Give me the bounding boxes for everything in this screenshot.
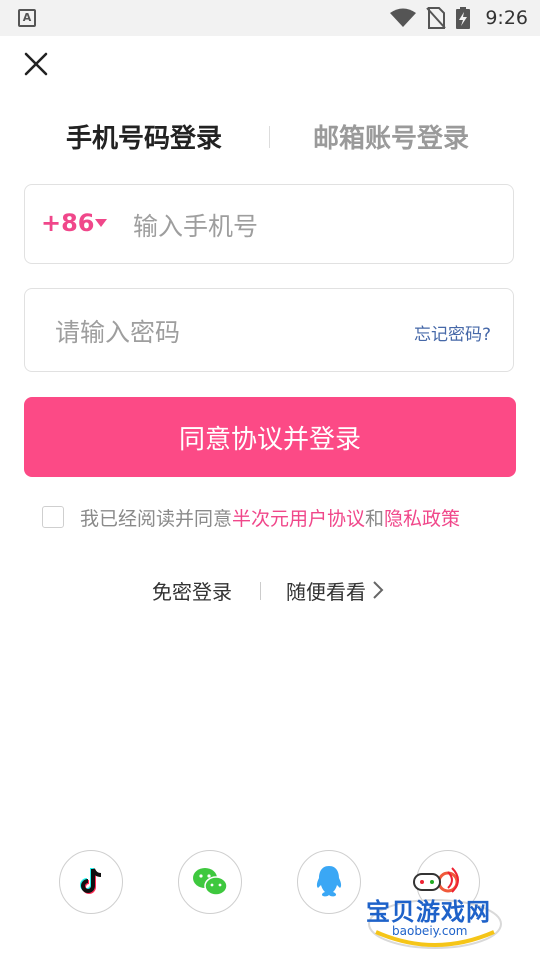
agreement-prefix: 我已经阅读并同意 xyxy=(80,507,233,530)
close-button[interactable] xyxy=(20,48,52,80)
agree-and-login-button[interactable]: 同意协议并登录 xyxy=(24,397,516,477)
tiktok-icon xyxy=(80,868,102,894)
password-input[interactable] xyxy=(53,311,377,353)
privacy-policy-link[interactable]: 隐私政策 xyxy=(384,504,460,531)
tab-divider xyxy=(269,126,270,148)
alt-divider xyxy=(260,582,261,600)
status-bar: A 9:26 xyxy=(0,0,540,36)
watermark-title: 宝贝游戏网 xyxy=(366,898,491,926)
agreement-and: 和 xyxy=(365,507,385,530)
password-field: 忘记密码? xyxy=(24,288,514,372)
caret-down-icon[interactable] xyxy=(95,219,107,227)
watermark: 宝贝游戏网 baobeiy.com xyxy=(362,862,508,952)
browse-link[interactable]: 随便看看 xyxy=(286,576,366,605)
qq-icon xyxy=(316,866,342,897)
alt-login-row: 免密登录 随便看看 xyxy=(0,576,540,606)
password-free-login-link[interactable]: 免密登录 xyxy=(152,576,232,605)
chevron-right-icon[interactable] xyxy=(372,580,384,600)
agreement-checkbox[interactable] xyxy=(42,506,64,528)
phone-input[interactable] xyxy=(131,205,495,247)
close-icon xyxy=(24,52,48,76)
tab-phone-login[interactable]: 手机号码登录 xyxy=(66,118,222,155)
phone-field: +86 xyxy=(24,184,514,264)
country-code-selector[interactable]: +86 xyxy=(41,209,95,237)
a-notification-icon: A xyxy=(18,9,36,27)
user-agreement-link[interactable]: 半次元用户协议 xyxy=(232,504,365,531)
wechat-login-button[interactable] xyxy=(178,850,242,914)
agreement-row: 我已经阅读并同意 半次元用户协议 和 隐私政策 xyxy=(42,503,460,531)
tiktok-login-button[interactable] xyxy=(59,850,123,914)
forgot-password-link[interactable]: 忘记密码? xyxy=(414,320,491,345)
watermark-url: baobeiy.com xyxy=(392,924,468,938)
wifi-icon xyxy=(390,8,416,27)
battery-charging-icon xyxy=(456,7,470,29)
wechat-icon xyxy=(193,868,228,896)
status-icons xyxy=(390,6,470,30)
tab-email-login[interactable]: 邮箱账号登录 xyxy=(313,118,469,155)
no-sim-icon xyxy=(426,7,446,29)
status-time: 9:26 xyxy=(485,7,528,29)
qq-login-button[interactable] xyxy=(297,850,361,914)
login-tabs: 手机号码登录 邮箱账号登录 xyxy=(0,112,540,160)
